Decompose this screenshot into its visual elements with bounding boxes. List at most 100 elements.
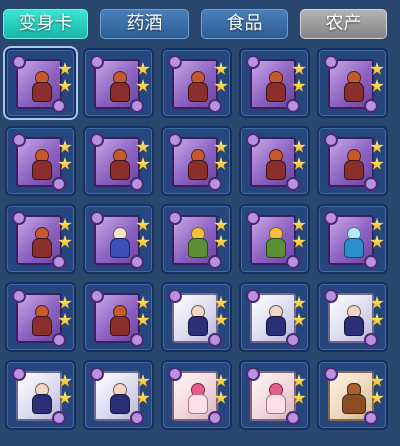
- inventory-slot[interactable]: [161, 282, 232, 352]
- transform-card-icon: [168, 289, 222, 347]
- red-warrior-figure-icon: [29, 227, 53, 258]
- scroll-curl-decoration: [324, 367, 338, 381]
- inventory-slot[interactable]: [161, 204, 232, 274]
- transform-card-icon: [168, 367, 222, 425]
- inventory-slot[interactable]: [83, 48, 154, 118]
- transform-card-icon: [90, 133, 144, 191]
- inventory-slot[interactable]: [239, 282, 310, 352]
- navy-ninja-figure-icon: [185, 305, 209, 336]
- red-warrior-figure-icon: [263, 149, 287, 180]
- inventory-slot[interactable]: [239, 48, 310, 118]
- figure-body: [188, 316, 208, 336]
- tab-farm-produce[interactable]: 农产: [300, 9, 387, 39]
- figure-body: [266, 316, 286, 336]
- tab-medicinal-wine[interactable]: 药酒: [100, 9, 189, 39]
- scroll-curl-decoration: [12, 133, 26, 147]
- figure-body: [32, 394, 52, 414]
- transform-card-icon: [168, 133, 222, 191]
- inventory-slot[interactable]: [5, 360, 76, 430]
- transform-card-icon: [246, 133, 300, 191]
- inventory-slot[interactable]: [161, 48, 232, 118]
- inventory-slot[interactable]: [317, 360, 388, 430]
- scroll-curl-decoration: [168, 211, 182, 225]
- scroll-curl-decoration: [286, 411, 300, 425]
- scroll-curl-decoration: [246, 211, 260, 225]
- figure-body: [266, 238, 286, 258]
- figure-body: [344, 160, 364, 180]
- inventory-slot[interactable]: [317, 48, 388, 118]
- scroll-curl-decoration: [130, 255, 144, 269]
- scroll-curl-decoration: [168, 289, 182, 303]
- scroll-curl-decoration: [130, 411, 144, 425]
- scroll-curl-decoration: [12, 211, 26, 225]
- inventory-slot[interactable]: [161, 360, 232, 430]
- figure-body: [344, 82, 364, 102]
- figure-body: [32, 238, 52, 258]
- inventory-slot[interactable]: [161, 126, 232, 196]
- figure-body: [188, 394, 208, 414]
- transform-card-icon: [168, 55, 222, 113]
- scroll-curl-decoration: [168, 367, 182, 381]
- transform-card-icon: [12, 367, 66, 425]
- figure-body: [110, 394, 130, 414]
- red-warrior-figure-icon: [185, 71, 209, 102]
- mage-figure-icon: [107, 227, 131, 258]
- inventory-slot[interactable]: [83, 126, 154, 196]
- inventory-slot[interactable]: [83, 360, 154, 430]
- tab-food[interactable]: 食品: [201, 9, 288, 39]
- scroll-curl-decoration: [52, 177, 66, 191]
- red-warrior-figure-icon: [263, 71, 287, 102]
- navy-ninja-figure-icon: [341, 305, 365, 336]
- scroll-curl-decoration: [52, 411, 66, 425]
- scroll-curl-decoration: [208, 255, 222, 269]
- scroll-curl-decoration: [364, 99, 378, 113]
- category-tab-bar: 变身卡 药酒 食品 农产: [0, 0, 400, 44]
- inventory-slot[interactable]: [5, 126, 76, 196]
- scroll-curl-decoration: [90, 289, 104, 303]
- scroll-curl-decoration: [324, 211, 338, 225]
- scroll-curl-decoration: [364, 255, 378, 269]
- figure-body: [188, 238, 208, 258]
- item-grid: [0, 44, 400, 446]
- transform-card-icon: [90, 211, 144, 269]
- figure-body: [110, 238, 130, 258]
- red-warrior-figure-icon: [107, 149, 131, 180]
- scroll-curl-decoration: [208, 411, 222, 425]
- navy-ninja-figure-icon: [263, 305, 287, 336]
- tab-transform-card[interactable]: 变身卡: [3, 9, 88, 39]
- inventory-slot[interactable]: [317, 126, 388, 196]
- scroll-curl-decoration: [12, 289, 26, 303]
- transform-card-icon: [246, 55, 300, 113]
- scroll-curl-decoration: [12, 367, 26, 381]
- inventory-slot[interactable]: [317, 204, 388, 274]
- inventory-slot[interactable]: [239, 360, 310, 430]
- figure-body: [266, 394, 286, 414]
- inventory-slot[interactable]: [239, 204, 310, 274]
- figure-body: [110, 82, 130, 102]
- scroll-curl-decoration: [286, 333, 300, 347]
- scroll-curl-decoration: [130, 99, 144, 113]
- scroll-curl-decoration: [246, 133, 260, 147]
- inventory-slot[interactable]: [83, 282, 154, 352]
- scroll-curl-decoration: [168, 133, 182, 147]
- inventory-slot[interactable]: [83, 204, 154, 274]
- red-warrior-figure-icon: [29, 149, 53, 180]
- scroll-curl-decoration: [130, 333, 144, 347]
- transform-card-icon: [246, 367, 300, 425]
- transform-card-icon: [90, 55, 144, 113]
- transform-card-icon: [324, 133, 378, 191]
- inventory-slot[interactable]: [5, 282, 76, 352]
- transform-card-icon: [324, 55, 378, 113]
- inventory-slot[interactable]: [239, 126, 310, 196]
- scroll-curl-decoration: [90, 133, 104, 147]
- inventory-slot[interactable]: [5, 204, 76, 274]
- inventory-slot[interactable]: [5, 48, 76, 118]
- scroll-curl-decoration: [130, 177, 144, 191]
- scroll-curl-decoration: [52, 333, 66, 347]
- scroll-curl-decoration: [286, 177, 300, 191]
- scroll-curl-decoration: [364, 177, 378, 191]
- scroll-curl-decoration: [168, 55, 182, 69]
- inventory-slot[interactable]: [317, 282, 388, 352]
- scroll-curl-decoration: [208, 333, 222, 347]
- scroll-curl-decoration: [52, 255, 66, 269]
